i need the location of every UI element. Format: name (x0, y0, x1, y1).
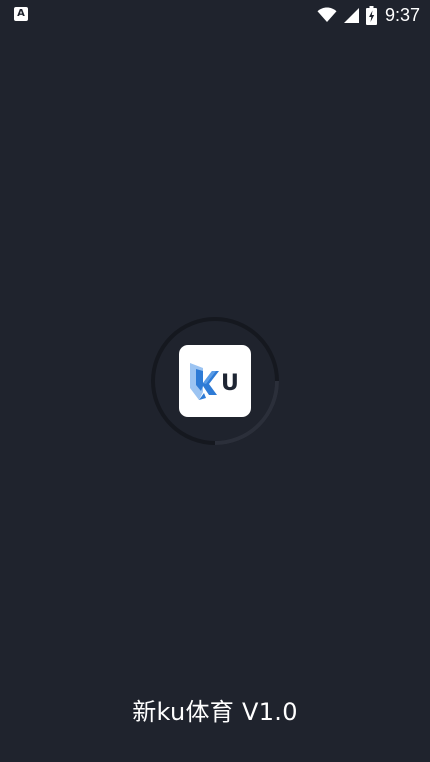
status-time: 9:37 (384, 4, 420, 25)
cellular-signal-icon (343, 7, 360, 24)
status-bar-right: 9:37 (317, 0, 420, 30)
ku-logo-icon: U (190, 363, 239, 400)
app-logo-tile: U (179, 345, 251, 417)
status-bar: A 9:37 (0, 0, 430, 30)
app-name-version: 新ku体育 V1.0 (132, 698, 298, 726)
battery-charging-icon (365, 5, 377, 25)
a-letter-notification-icon: A (14, 7, 28, 21)
wifi-icon (317, 7, 337, 23)
splash-screen: A 9:37 U 新ku体育 V1.0 (0, 0, 430, 762)
logo-text: U (221, 371, 239, 396)
